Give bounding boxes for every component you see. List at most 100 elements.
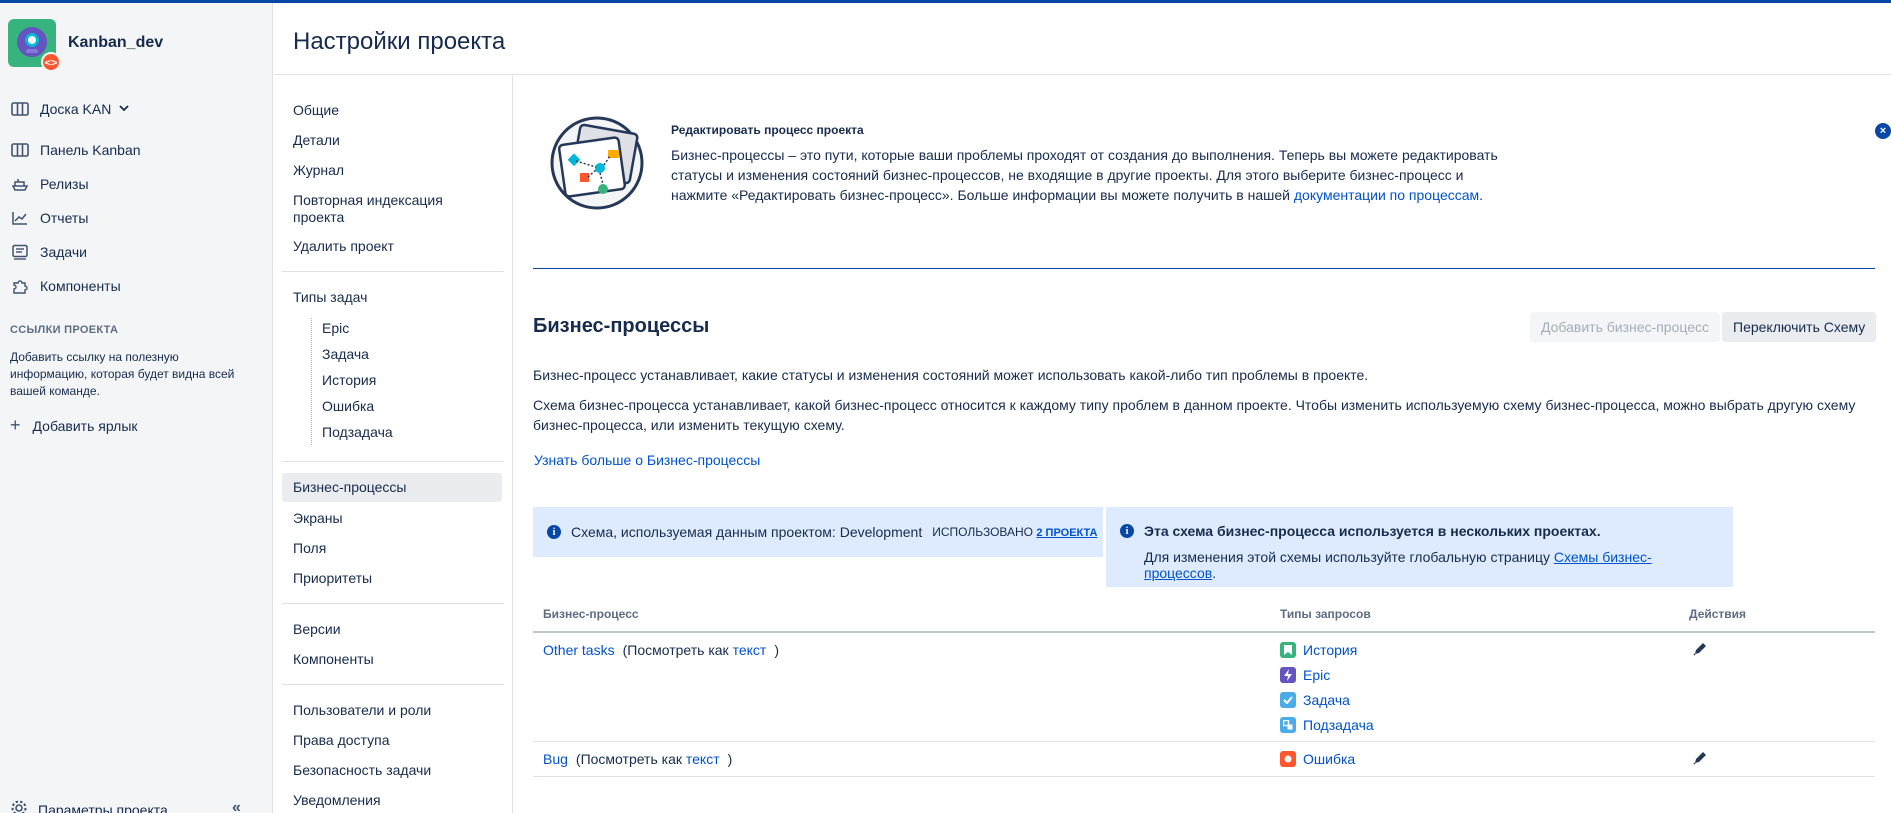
table-header-divider: [533, 631, 1875, 633]
settings-nav-issue-type-subtask[interactable]: Подзадача: [322, 424, 393, 440]
workflow-name-link[interactable]: Bug: [543, 751, 568, 767]
settings-nav-issue-type-story[interactable]: История: [322, 372, 376, 388]
page-title: Настройки проекта: [293, 28, 506, 55]
issue-type-subtask[interactable]: Подзадача: [1280, 717, 1374, 733]
sidebar-item-issues[interactable]: Задачи: [10, 240, 87, 264]
project-header[interactable]: <> Kanban_dev: [8, 19, 164, 72]
project-name: Kanban_dev: [68, 34, 164, 51]
settings-nav-reindex[interactable]: Повторная индексация проекта: [293, 192, 493, 226]
settings-nav-delete-project[interactable]: Удалить проект: [293, 238, 394, 255]
divider: [282, 271, 504, 272]
sidebar-item-label: Панель Kanban: [40, 142, 141, 158]
workflow-actions: Добавить бизнес-процесс Переключить Схем…: [1530, 312, 1877, 342]
settings-nav-permissions[interactable]: Права доступа: [293, 732, 389, 749]
view-as-text-link[interactable]: текст: [686, 751, 720, 767]
edit-workflow-pencil-icon[interactable]: [1692, 750, 1708, 769]
settings-nav-workflows[interactable]: Бизнес-процессы: [282, 473, 502, 502]
settings-nav-fields[interactable]: Поля: [293, 540, 326, 557]
workflows-description: Бизнес-процесс устанавливает, какие стат…: [533, 367, 1369, 383]
project-avatar: <>: [8, 19, 61, 72]
info-icon: i: [547, 525, 561, 539]
project-sidebar: <> Kanban_dev Доска KAN Панель Kanban Ре…: [0, 3, 273, 813]
learn-more-link[interactable]: Узнать больше о Бизнес-процессы: [534, 452, 760, 468]
settings-nav-audit-log[interactable]: Журнал: [293, 162, 344, 179]
story-icon: [1280, 642, 1296, 658]
sidebar-item-kanban-board[interactable]: Панель Kanban: [10, 138, 141, 162]
shared-scheme-desc: Для изменения этой схемы используйте гло…: [1144, 549, 1652, 581]
sidebar-item-label: Отчеты: [40, 210, 89, 226]
banner-title: Редактировать процесс проекта: [671, 123, 864, 137]
task-icon: [1280, 692, 1296, 708]
settings-nav-general[interactable]: Общие: [293, 102, 339, 119]
sidebar-item-reports[interactable]: Отчеты: [10, 206, 88, 230]
sidebar-item-releases[interactable]: Релизы: [10, 172, 89, 196]
collapse-sidebar-icon[interactable]: «: [232, 799, 241, 813]
workflow-name-link[interactable]: Other tasks: [543, 642, 615, 658]
banner-text: Бизнес-процессы – это пути, которые ваши…: [671, 147, 1498, 203]
info-icon: i: [1120, 524, 1134, 538]
table-row: Bug (Посмотреть как текст): [543, 751, 733, 767]
settings-nav-issue-type-bug[interactable]: Ошибка: [322, 398, 374, 414]
settings-nav-components[interactable]: Компоненты: [293, 651, 374, 668]
sidebar-item-label: Задачи: [40, 244, 88, 260]
settings-nav-issue-type-task[interactable]: Задача: [322, 346, 369, 362]
settings-nav-priorities[interactable]: Приоритеты: [293, 570, 372, 587]
table-row-divider: [533, 776, 1875, 777]
bug-icon: [1280, 751, 1296, 767]
issues-icon: [10, 242, 30, 262]
issue-type-story[interactable]: История: [1280, 642, 1357, 658]
column-header-actions: Действия: [1689, 607, 1747, 621]
page-header: Настройки проекта: [274, 3, 1891, 75]
add-workflow-button[interactable]: Добавить бизнес-процесс: [1530, 312, 1720, 342]
edit-workflow-banner: Редактировать процесс проекта Бизнес-про…: [532, 115, 1891, 267]
board-switcher[interactable]: Доска KAN: [10, 97, 129, 121]
workflow-docs-link[interactable]: документации по процессам: [1294, 187, 1479, 203]
issue-type-task[interactable]: Задача: [1280, 692, 1350, 708]
divider: [282, 461, 504, 462]
shared-scheme-message: i Эта схема бизнес-процесса используется…: [1106, 507, 1733, 587]
project-links-title: ССЫЛКИ ПРОЕКТА: [10, 324, 119, 336]
settings-nav-versions[interactable]: Версии: [293, 621, 341, 638]
settings-nav-details[interactable]: Детали: [293, 132, 340, 149]
workflow-scheme-description: Схема бизнес-процесса устанавливает, как…: [533, 397, 1856, 433]
main-content: Редактировать процесс проекта Бизнес-про…: [514, 75, 1891, 813]
sidebar-item-label: Параметры проекта: [38, 801, 168, 813]
sidebar-item-project-settings[interactable]: Параметры проекта: [10, 799, 168, 813]
issue-type-epic[interactable]: Epic: [1280, 667, 1330, 683]
view-as-text-link[interactable]: текст: [733, 642, 767, 658]
edit-workflow-pencil-icon[interactable]: [1692, 641, 1708, 660]
column-header-workflow: Бизнес-процесс: [543, 607, 639, 621]
board-switcher-label: Доска KAN: [40, 101, 112, 117]
tree-guide-line: [311, 318, 312, 445]
sidebar-item-label: Релизы: [40, 176, 89, 192]
add-shortcut-label: Добавить ярлык: [32, 417, 138, 434]
workflows-section-title: Бизнес-процессы: [533, 315, 710, 337]
column-header-issue-types: Типы запросов: [1280, 607, 1371, 621]
divider: [282, 603, 504, 604]
settings-nav-issue-security[interactable]: Безопасность задачи: [293, 762, 431, 779]
settings-nav-users-roles[interactable]: Пользователи и роли: [293, 702, 431, 719]
settings-nav-screens[interactable]: Экраны: [293, 510, 343, 527]
sidebar-item-components[interactable]: Компоненты: [10, 274, 121, 298]
issue-type-bug[interactable]: Ошибка: [1280, 751, 1355, 767]
board-icon: [10, 99, 30, 119]
project-links-description: Добавить ссылку на полезную информацию, …: [10, 350, 235, 398]
settings-nav-issue-type-epic[interactable]: Epic: [322, 320, 349, 336]
add-shortcut-button[interactable]: + Добавить ярлык: [10, 415, 138, 436]
plus-icon: +: [10, 415, 21, 435]
ship-icon: [10, 174, 30, 194]
switch-scheme-button[interactable]: Переключить Схему: [1722, 312, 1877, 342]
settings-nav-notifications[interactable]: Уведомления: [293, 792, 381, 809]
chart-icon: [10, 208, 30, 228]
chevron-down-icon: [119, 103, 129, 115]
avatar-face: [17, 27, 47, 57]
sidebar-item-label: Компоненты: [40, 278, 121, 294]
shared-scheme-title: Эта схема бизнес-процесса используется в…: [1144, 523, 1601, 539]
settings-nav-issue-types[interactable]: Типы задач: [293, 289, 367, 306]
close-icon[interactable]: ×: [1875, 123, 1891, 139]
table-row: Other tasks (Посмотреть как текст): [543, 642, 779, 658]
shared-projects-link[interactable]: 2 ПРОЕКТА: [1036, 527, 1097, 539]
table-row-divider: [533, 741, 1875, 742]
divider: [282, 684, 504, 685]
divider: [533, 268, 1875, 269]
